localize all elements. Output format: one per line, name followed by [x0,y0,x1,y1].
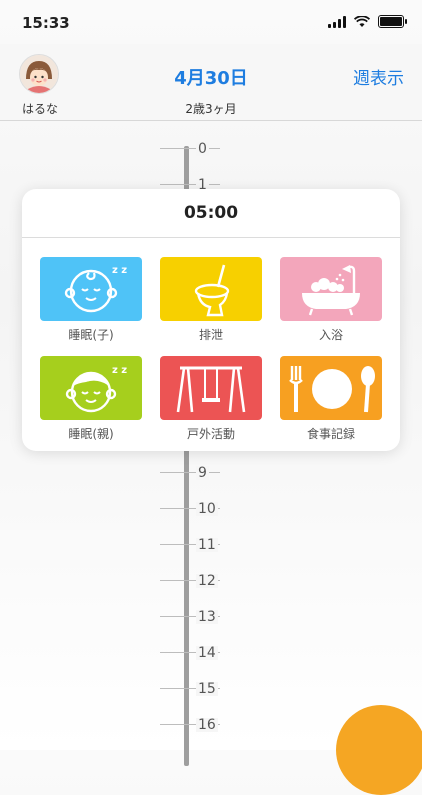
action-bath-button[interactable] [280,257,382,321]
hour-label: 13 [196,609,218,625]
bathtub-icon [302,265,360,316]
hour-label: 10 [196,501,218,517]
wifi-icon [354,15,370,27]
status-icons [328,15,407,28]
sleeping-parent-icon: z z [65,365,127,413]
nav-header: はるな 4月30日 2歳3ヶ月 週表示 [0,44,422,121]
hour-label: 14 [196,645,218,661]
toilet-icon [194,264,230,317]
cellular-signal-icon [328,15,346,28]
week-view-button[interactable]: 週表示 [353,64,404,89]
hour-label: 15 [196,681,218,697]
action-label: 睡眠(子) [68,328,114,342]
status-time: 15:33 [22,14,70,32]
svg-text:z z: z z [112,265,127,276]
hour-label: 12 [196,573,218,589]
sleeping-baby-icon: z z [64,265,127,313]
add-record-popup: 05:00 z z 睡眠(子) 排泄 入浴 z z 睡眠(親) 戸外活動 食事記… [22,189,400,451]
action-label: 戸外活動 [186,427,235,441]
hour-label: 11 [196,537,218,553]
action-label: 排泄 [198,328,223,342]
add-fab-button[interactable] [336,705,422,795]
battery-icon [378,15,407,28]
hour-label: 16 [196,717,218,733]
action-toilet-button[interactable] [160,257,262,321]
swing-icon [176,366,246,413]
hour-tick [160,472,220,473]
action-label: 食事記録 [306,427,355,441]
action-sleep-parent-button[interactable]: z z [40,356,142,420]
svg-text:z z: z z [112,365,127,376]
child-age: 2歳3ヶ月 [185,102,237,116]
action-label: 睡眠(親) [68,427,114,441]
hour-tick [160,184,220,185]
action-sleep-child-button[interactable]: z z [40,257,142,321]
action-outdoor-button[interactable] [160,356,262,420]
status-bar: 15:33 [0,0,422,44]
hour-label: 9 [196,465,209,481]
action-label: 入浴 [318,328,343,342]
hour-label: 0 [196,141,209,157]
popup-time: 05:00 [22,189,400,238]
action-meal-button[interactable] [280,356,382,420]
meal-icon [289,366,375,413]
hour-tick [160,148,220,149]
